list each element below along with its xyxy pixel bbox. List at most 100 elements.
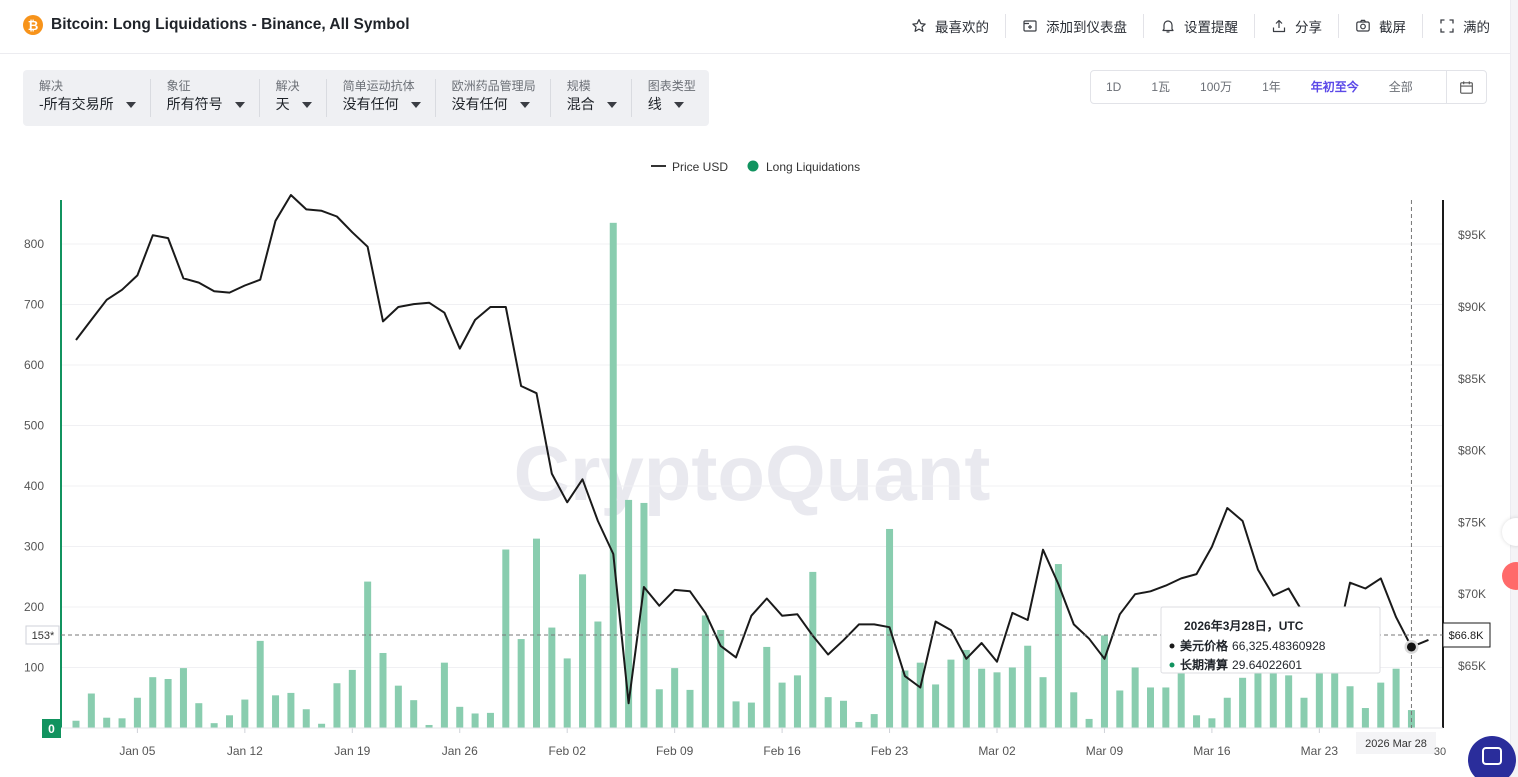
tooltip-liq-value: 29.64022601 — [1232, 658, 1302, 672]
chevron-down-icon — [125, 102, 136, 108]
time-range-selector: 1D 1瓦 100万 1年 年初至今 全部 — [1090, 70, 1487, 104]
favorite-button[interactable]: 最喜欢的 — [895, 14, 1006, 38]
set-alert-label: 设置提醒 — [1184, 20, 1238, 35]
range-ytd[interactable]: 年初至今 — [1296, 78, 1374, 96]
symbol-filter[interactable]: 象征 所有符号 — [151, 79, 260, 117]
liquidation-bar — [195, 703, 203, 728]
liquidation-bar — [1361, 708, 1369, 728]
liquidation-bar — [533, 538, 540, 728]
add-to-dashboard-label: 添加到仪表盘 — [1046, 20, 1127, 35]
share-button[interactable]: 分享 — [1255, 14, 1339, 38]
symbol-filter-value: 所有符号 — [166, 96, 223, 112]
x-tick-label: Feb 23 — [871, 744, 909, 758]
x-tick-label: Mar 02 — [978, 744, 1016, 758]
liquidation-bar — [870, 714, 878, 728]
crosshair-point — [1406, 642, 1416, 652]
share-label: 分享 — [1295, 20, 1322, 35]
liquidation-bar — [579, 574, 587, 728]
liquidation-bar — [993, 672, 1001, 728]
page-scrollbar[interactable] — [1510, 0, 1518, 777]
filter-bar: 解决 -所有交易所 象征 所有符号 解决 天 简单运动抗体 没有任何 欧洲药品管… — [23, 70, 709, 126]
liquidation-bar — [241, 699, 249, 728]
liquidation-bar — [609, 222, 617, 728]
liquidation-bar — [1377, 682, 1385, 728]
fullscreen-button[interactable]: 满的 — [1423, 14, 1498, 38]
x-partial-tick: 30 — [1434, 746, 1446, 758]
bitcoin-icon: ₿ — [23, 15, 43, 35]
liquidation-bar — [318, 723, 326, 728]
tooltip-liq-label: 长期清算 — [1180, 657, 1228, 672]
liquidation-bar — [364, 581, 372, 728]
scale-filter-label: 规模 — [566, 79, 591, 93]
liquidation-bar — [471, 713, 479, 728]
range-1w[interactable]: 1瓦 — [1136, 78, 1185, 96]
header-actions: 最喜欢的 添加到仪表盘 设置提醒 分享 截屏 满的 — [895, 0, 1498, 52]
y-left-tick-label: 800 — [24, 237, 44, 251]
y-right-tick-label: $85K — [1458, 372, 1486, 386]
x-tick-label: Jan 05 — [119, 744, 155, 758]
tooltip-liq-row: 长期清算 29.64022601 — [1180, 657, 1302, 672]
chart-type-filter-value: 线 — [647, 96, 662, 112]
liquidation-bar — [1162, 687, 1170, 728]
liquidation-bar — [210, 723, 218, 728]
page-title: Bitcoin: Long Liquidations - Binance, Al… — [51, 16, 410, 33]
x-tick-label: Jan 19 — [334, 744, 370, 758]
set-alert-button[interactable]: 设置提醒 — [1144, 14, 1255, 38]
range-1m[interactable]: 100万 — [1185, 78, 1247, 96]
liquidation-bar — [947, 659, 955, 728]
add-to-dashboard-button[interactable]: 添加到仪表盘 — [1006, 14, 1144, 38]
liquidation-bar — [1177, 671, 1185, 728]
ema-filter[interactable]: 欧洲药品管理局 没有任何 — [436, 79, 551, 117]
liquidation-bar — [978, 668, 986, 728]
liquidation-bar — [824, 697, 832, 728]
sma-filter[interactable]: 简单运动抗体 没有任何 — [327, 79, 436, 117]
watermark: CryptoQuant — [514, 429, 991, 517]
liquidation-bar — [348, 669, 356, 728]
y-left-tick-label: 200 — [24, 600, 44, 614]
liquidation-bar — [1254, 668, 1262, 728]
liquidation-bar — [133, 697, 141, 728]
fullscreen-label: 满的 — [1463, 20, 1490, 35]
tooltip-price-row: 美元价格 66,325.48360928 — [1180, 638, 1326, 653]
legend-liq-label[interactable]: Long Liquidations — [766, 160, 860, 174]
liquidation-bar — [287, 692, 295, 728]
chart-type-filter[interactable]: 图表类型 线 — [632, 79, 710, 117]
liquidation-bar — [1070, 692, 1078, 728]
range-1y[interactable]: 1年 — [1247, 78, 1296, 96]
calendar-icon — [1460, 80, 1473, 94]
scale-filter[interactable]: 规模 混合 — [551, 79, 632, 117]
chart-tooltip: 2026年3月28日，UTC 美元价格 66,325.48360928 长期清算 2… — [1160, 606, 1381, 674]
x-tick-label: Mar 16 — [1193, 744, 1231, 758]
calendar-button[interactable] — [1446, 70, 1486, 104]
range-1d[interactable]: 1D — [1091, 78, 1136, 96]
exchange-filter-value: -所有交易所 — [39, 96, 114, 112]
left-zero-marker-text: 0 — [48, 722, 55, 736]
liquidation-bar — [594, 621, 602, 728]
liquidation-bar — [72, 720, 80, 728]
liquidation-bar — [1239, 677, 1247, 728]
liquidation-bar — [1131, 667, 1139, 728]
liquidation-bar — [149, 677, 157, 728]
star-icon — [912, 19, 926, 32]
x-tick-label: Feb 02 — [549, 744, 587, 758]
y-right-tick-label: $95K — [1458, 228, 1486, 242]
chat-support-button[interactable] — [1468, 736, 1516, 777]
range-all[interactable]: 全部 — [1374, 78, 1428, 96]
liquidation-bar — [379, 652, 387, 728]
y-left-tick-label: 300 — [24, 540, 44, 554]
liquidation-bar — [962, 649, 970, 728]
liquidation-bar — [1315, 670, 1323, 728]
resolution-filter[interactable]: 解决 天 — [260, 79, 327, 117]
x-tick-label: Jan 12 — [227, 744, 263, 758]
liquidation-bar — [1147, 687, 1154, 728]
liquidation-bar — [333, 683, 341, 728]
fullscreen-icon — [1440, 19, 1454, 33]
liquidation-bar — [793, 675, 801, 728]
y-left-tick-label: 500 — [24, 419, 44, 433]
liquidation-bar — [517, 639, 525, 728]
liquidation-bar — [1008, 667, 1016, 728]
screenshot-button[interactable]: 截屏 — [1339, 14, 1423, 38]
legend-price-label[interactable]: Price USD — [672, 160, 728, 174]
exchange-filter[interactable]: 解决 -所有交易所 — [23, 79, 151, 117]
tooltip-liq-dot — [1169, 662, 1175, 668]
